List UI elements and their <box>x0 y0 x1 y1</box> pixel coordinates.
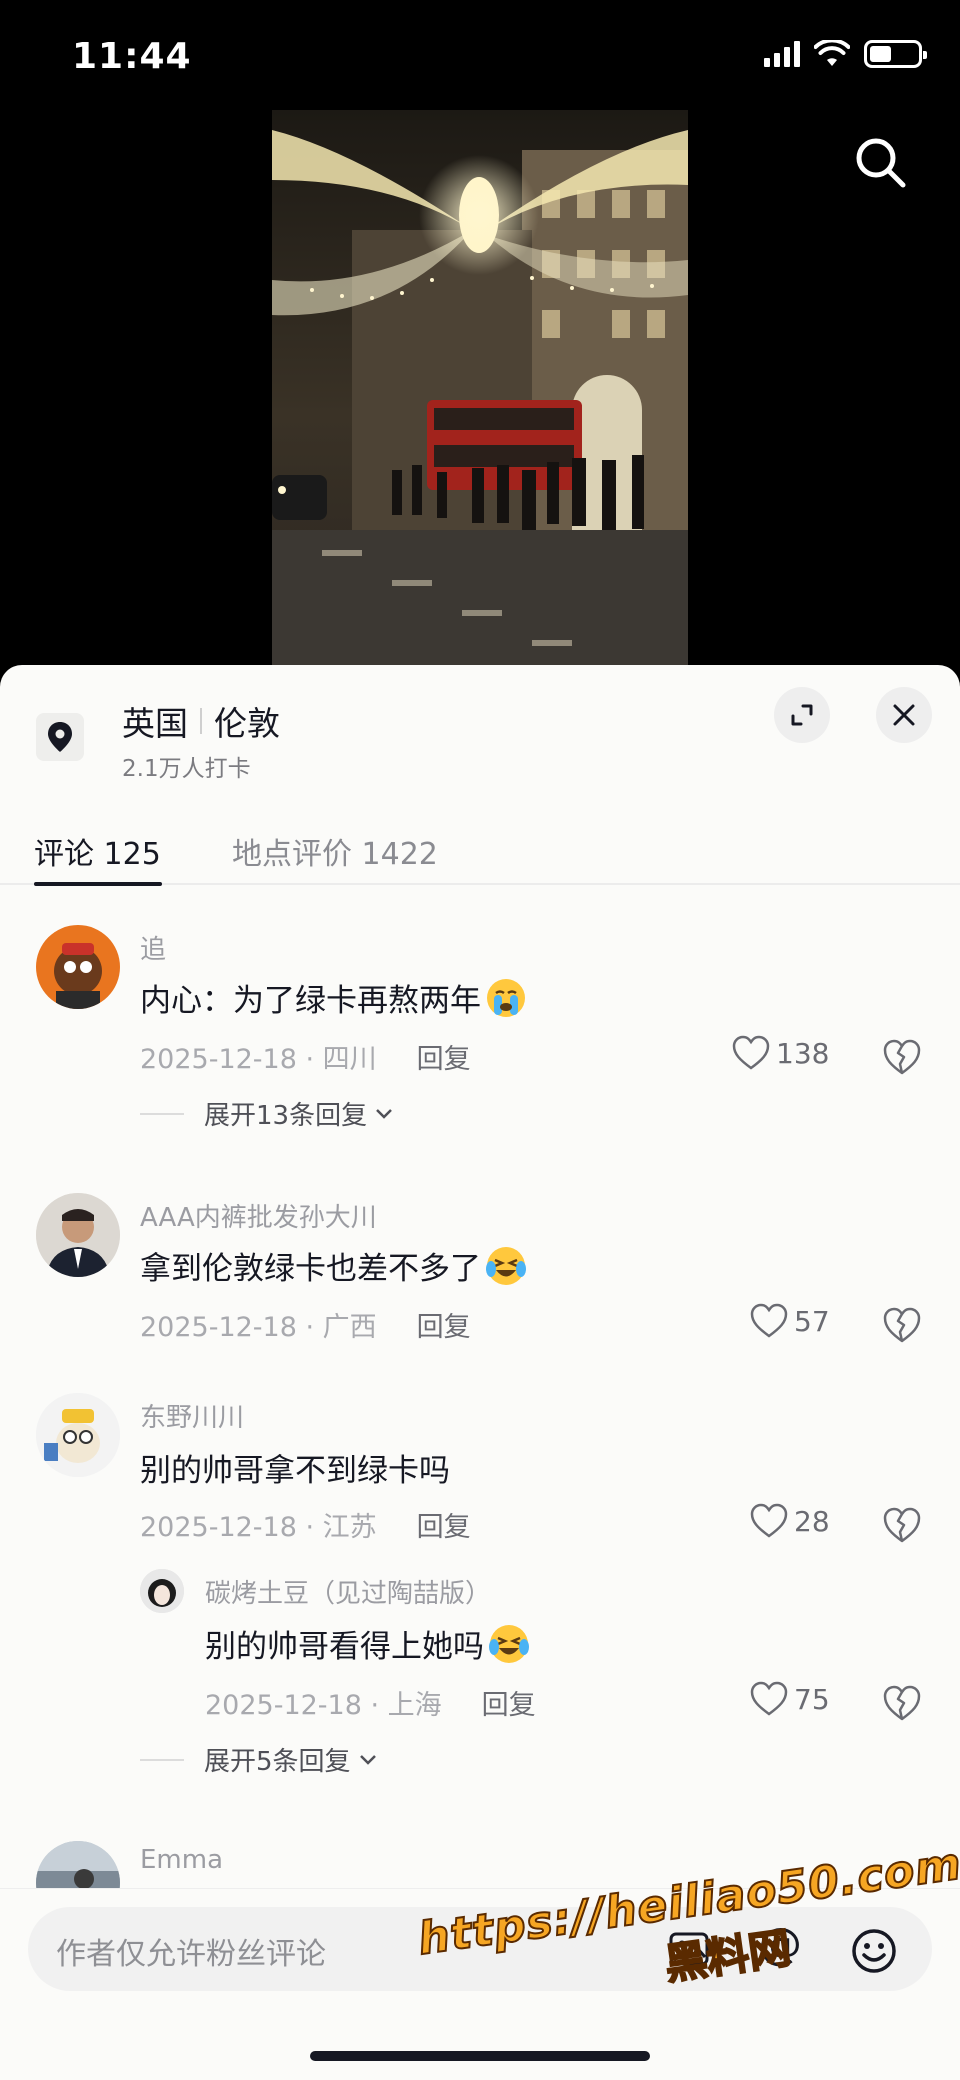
location-separator <box>200 708 202 734</box>
comment-username[interactable]: AAA内裤批发孙大川 <box>140 1197 377 1234</box>
comment-username[interactable]: 追 <box>140 929 166 966</box>
chevron-down-icon <box>359 1754 376 1765</box>
like-button[interactable]: 75 <box>750 1681 830 1717</box>
video-thumbnail[interactable] <box>272 110 688 665</box>
reply-username[interactable]: 碳烤土豆（见过陶喆版） <box>205 1573 491 1610</box>
reply-button[interactable]: 回复 <box>417 1037 471 1076</box>
comment-text-body: 别的帅哥拿不到绿卡吗 <box>140 1453 450 1489</box>
like-count: 28 <box>794 1504 830 1538</box>
expand-replies-label: 展开5条回复 <box>204 1747 351 1777</box>
heart-icon <box>750 1681 788 1716</box>
mention-icon[interactable]: @ <box>758 1919 802 1970</box>
broken-heart-icon[interactable] <box>882 1683 922 1723</box>
like-count: 57 <box>794 1304 830 1338</box>
close-icon <box>893 704 915 726</box>
battery-icon <box>864 40 927 68</box>
heart-icon <box>750 1303 788 1338</box>
broken-heart-icon[interactable] <box>882 1037 922 1077</box>
like-button[interactable]: 28 <box>750 1503 830 1539</box>
chevron-down-icon <box>376 1108 392 1119</box>
tab-comments[interactable]: 评论 125 <box>34 829 161 873</box>
reply-text-body: 别的帅哥看得上她吗 <box>205 1629 484 1665</box>
crying-face-icon <box>487 978 525 1017</box>
home-indicator <box>310 2051 650 2061</box>
location-title[interactable]: 英国 伦敦 <box>122 697 280 745</box>
laugh-crying-face-icon <box>486 1246 526 1285</box>
comment-date-location: 2025-12-18 · 广西 <box>140 1312 377 1343</box>
reply-date-location: 2025-12-18 · 上海 <box>205 1690 442 1721</box>
reply-text: 别的帅哥看得上她吗 <box>205 1621 530 1666</box>
laugh-crying-face-icon <box>489 1624 529 1663</box>
wifi-icon <box>814 40 850 66</box>
avatar[interactable] <box>36 1393 120 1477</box>
expand-line <box>140 1758 184 1761</box>
comment-text: 内心：为了绿卡再熬两年 <box>140 975 527 1020</box>
comment-text: 别的帅哥拿不到绿卡吗 <box>140 1445 450 1490</box>
comment-meta: 2025-12-18 · 广西 回复 <box>140 1305 471 1344</box>
search-icon[interactable] <box>850 132 910 192</box>
broken-heart-icon[interactable] <box>882 1505 922 1545</box>
heart-icon <box>732 1035 770 1070</box>
expand-line <box>140 1112 184 1115</box>
cellular-signal-icon <box>764 41 800 67</box>
expand-sheet-button[interactable] <box>774 687 830 743</box>
expand-replies-button[interactable]: 展开13条回复 <box>140 1095 395 1132</box>
broken-heart-icon[interactable] <box>882 1305 922 1345</box>
expand-replies-label: 展开13条回复 <box>204 1101 368 1131</box>
comment-username[interactable]: Emma <box>140 1845 223 1875</box>
comment-text-body: 内心：为了绿卡再熬两年 <box>140 983 481 1019</box>
tab-place-reviews[interactable]: 地点评价 1422 <box>232 829 438 873</box>
comment-date-location: 2025-12-18 · 江苏 <box>140 1512 377 1543</box>
location-pin-icon <box>36 713 84 761</box>
like-count: 138 <box>776 1036 830 1070</box>
reply-button[interactable]: 回复 <box>417 1305 471 1344</box>
avatar[interactable] <box>140 1569 184 1613</box>
location-header[interactable]: 英国 伦敦 2.1万人打卡 <box>0 665 960 795</box>
close-button[interactable] <box>876 687 932 743</box>
comment-text-body: 拿到伦敦绿卡也差不多了 <box>140 1251 481 1287</box>
comment-text: 拿到伦敦绿卡也差不多了 <box>140 1243 527 1288</box>
comment-tabs: 评论 125 地点评价 1422 <box>0 825 960 886</box>
comment-input-placeholder: 作者仅允许粉丝评论 <box>56 1937 326 1972</box>
avatar[interactable] <box>36 1193 120 1277</box>
location-city: 伦敦 <box>214 704 280 743</box>
like-button[interactable]: 57 <box>750 1303 830 1339</box>
location-country: 英国 <box>122 704 188 743</box>
checkin-count: 2.1万人打卡 <box>122 756 251 782</box>
status-time: 11:44 <box>72 36 192 77</box>
avatar[interactable] <box>36 925 120 1009</box>
image-icon[interactable] <box>668 1929 710 1969</box>
like-button[interactable]: 138 <box>732 1035 829 1071</box>
reply-button[interactable]: 回复 <box>482 1683 536 1722</box>
emoji-icon[interactable] <box>850 1927 898 1975</box>
comment-input[interactable]: 作者仅允许粉丝评论 @ <box>28 1907 932 1991</box>
expand-replies-button[interactable]: 展开5条回复 <box>140 1741 379 1778</box>
comment-sheet: 英国 伦敦 2.1万人打卡 评论 125 地点评价 1422 追 内心：为了绿卡 <box>0 665 960 2080</box>
comment-meta: 2025-12-18 · 江苏 回复 <box>140 1505 471 1544</box>
like-count: 75 <box>794 1682 830 1716</box>
status-icons <box>764 40 927 68</box>
reply-meta: 2025-12-18 · 上海 回复 <box>205 1683 536 1722</box>
comment-username[interactable]: 东野川川 <box>140 1397 244 1434</box>
active-tab-indicator <box>34 882 162 886</box>
bottom-input-bar: 作者仅允许粉丝评论 @ <box>0 1888 960 2080</box>
street-scene-image <box>272 110 688 665</box>
comment-date-location: 2025-12-18 · 四川 <box>140 1044 377 1075</box>
reply-button[interactable]: 回复 <box>417 1505 471 1544</box>
heart-icon <box>750 1503 788 1538</box>
comment-meta: 2025-12-18 · 四川 回复 <box>140 1037 471 1076</box>
status-bar: 11:44 <box>0 0 960 110</box>
expand-icon <box>791 704 813 726</box>
